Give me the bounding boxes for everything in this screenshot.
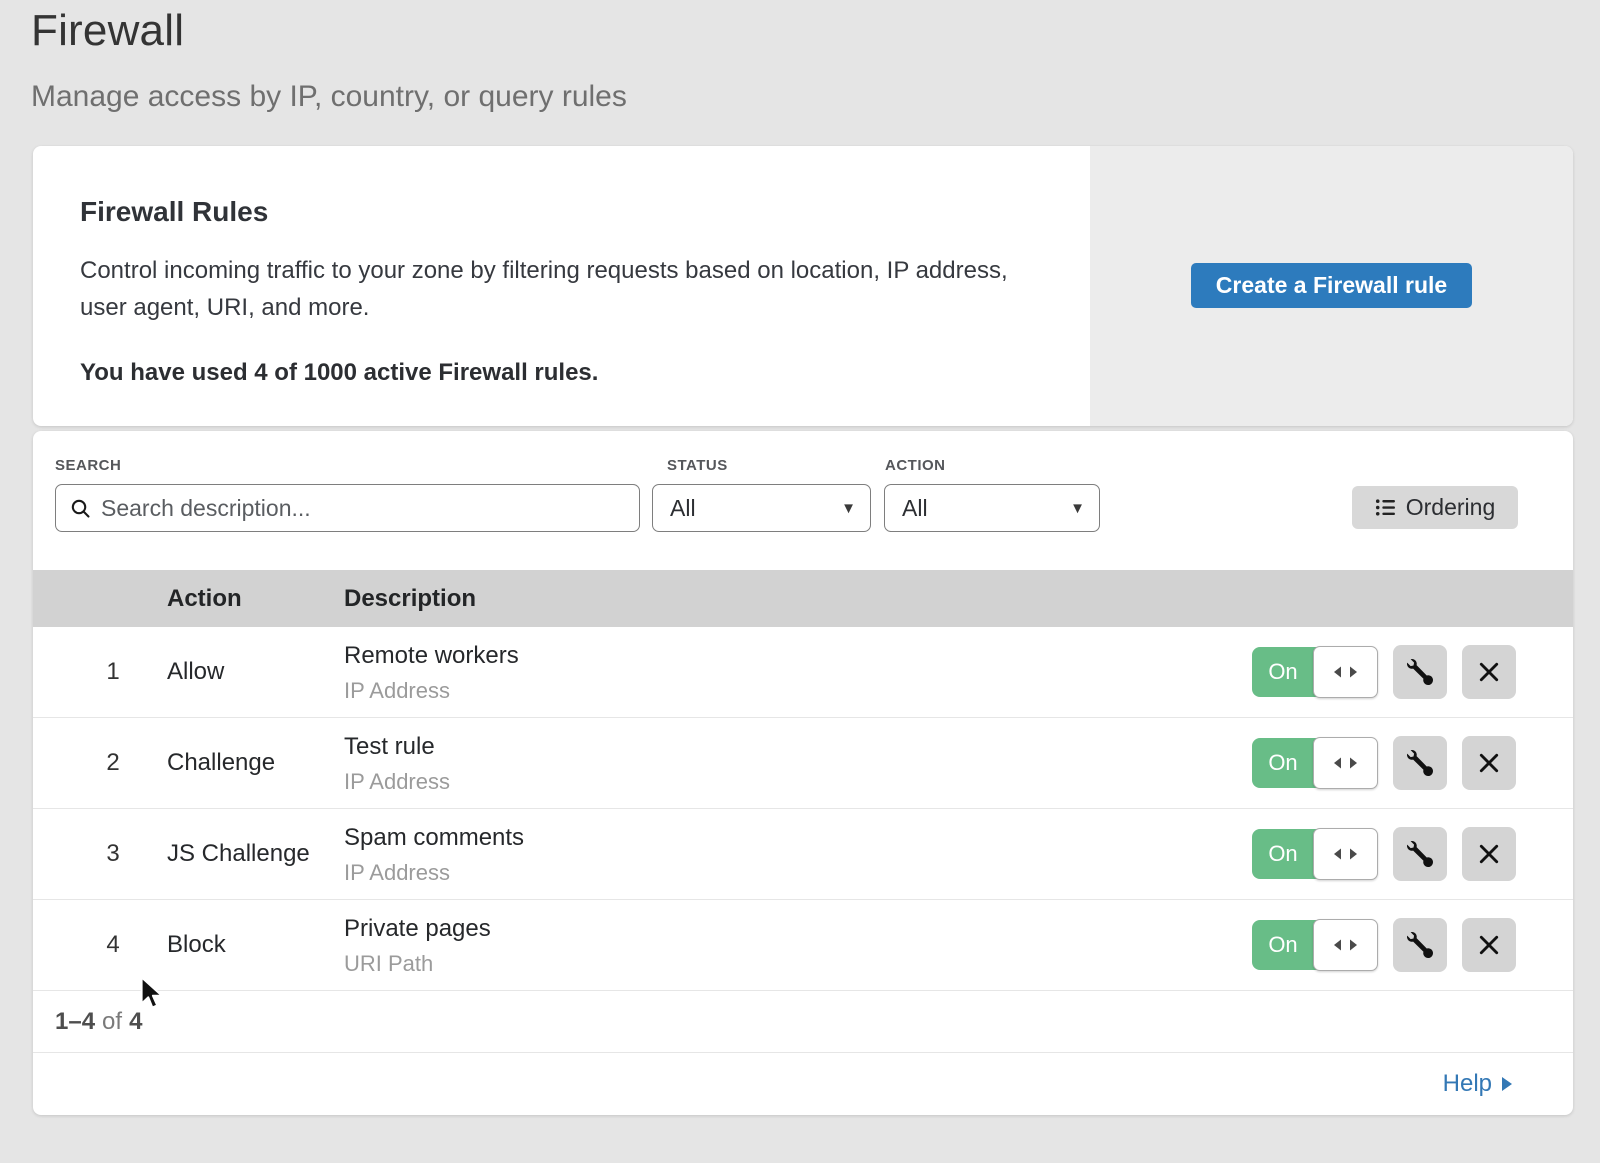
rule-match-type: IP Address: [344, 769, 450, 795]
pagination-range: 1–4: [55, 1008, 95, 1036]
rule-match-type: URI Path: [344, 951, 491, 977]
table-header: Action Description: [33, 570, 1573, 627]
rule-toggle[interactable]: On: [1252, 920, 1377, 970]
rule-toggle[interactable]: On: [1252, 829, 1377, 879]
pagination-of: of: [102, 1008, 122, 1036]
status-select-value: All: [670, 495, 696, 522]
table-row: 3 JS Challenge Spam comments IP Address …: [33, 809, 1573, 900]
card-footer: Help: [33, 1053, 1573, 1115]
firewall-page: Firewall Manage access by IP, country, o…: [0, 0, 1600, 1163]
toggle-handle[interactable]: [1313, 828, 1378, 880]
firewall-rules-card: Firewall Rules Control incoming traffic …: [33, 146, 1573, 426]
rule-toggle[interactable]: On: [1252, 647, 1377, 697]
close-icon: [1478, 661, 1500, 683]
left-right-arrows-icon: [1334, 757, 1357, 769]
toggle-state-label: On: [1252, 920, 1314, 970]
firewall-rules-card-content: Firewall Rules Control incoming traffic …: [33, 146, 1090, 426]
rule-match-type: IP Address: [344, 678, 519, 704]
rule-description: Test rule: [344, 733, 450, 761]
table-row: 4 Block Private pages URI Path On: [33, 900, 1573, 991]
rule-description: Remote workers: [344, 642, 519, 670]
rule-description-cell: Remote workers IP Address: [344, 642, 519, 704]
close-icon: [1478, 843, 1500, 865]
edit-rule-button[interactable]: [1393, 645, 1447, 699]
rule-toggle[interactable]: On: [1252, 738, 1377, 788]
toggle-handle[interactable]: [1313, 919, 1378, 971]
search-label: SEARCH: [55, 457, 121, 474]
edit-rule-button[interactable]: [1393, 918, 1447, 972]
wrench-icon: [1407, 841, 1433, 867]
action-select[interactable]: All ▼: [884, 484, 1100, 532]
rule-action: Block: [167, 900, 226, 990]
rule-description: Private pages: [344, 915, 491, 943]
delete-rule-button[interactable]: [1462, 918, 1516, 972]
rule-match-type: IP Address: [344, 860, 524, 886]
table-row: 1 Allow Remote workers IP Address On: [33, 627, 1573, 718]
create-rule-panel: Create a Firewall rule: [1090, 146, 1573, 426]
table-body: 1 Allow Remote workers IP Address On: [33, 627, 1573, 991]
left-right-arrows-icon: [1334, 848, 1357, 860]
left-right-arrows-icon: [1334, 666, 1357, 678]
search-input[interactable]: [101, 495, 627, 522]
edit-rule-button[interactable]: [1393, 827, 1447, 881]
rule-action: JS Challenge: [167, 809, 310, 899]
search-icon: [70, 498, 91, 519]
ordering-button[interactable]: Ordering: [1352, 486, 1518, 529]
rule-priority: 4: [93, 900, 133, 990]
chevron-down-icon: ▼: [1070, 500, 1085, 517]
column-header-description: Description: [344, 570, 476, 627]
action-label: ACTION: [885, 457, 946, 474]
pagination: 1–4 of 4: [33, 991, 1573, 1053]
left-right-arrows-icon: [1334, 939, 1357, 951]
close-icon: [1478, 934, 1500, 956]
column-header-action: Action: [167, 570, 242, 627]
action-select-value: All: [902, 495, 928, 522]
page-title: Firewall: [31, 6, 184, 56]
toggle-state-label: On: [1252, 647, 1314, 697]
pagination-total: 4: [129, 1008, 142, 1036]
card-heading: Firewall Rules: [80, 196, 1050, 228]
rule-description-cell: Test rule IP Address: [344, 733, 450, 795]
rule-priority: 3: [93, 809, 133, 899]
status-select[interactable]: All ▼: [652, 484, 871, 532]
wrench-icon: [1407, 750, 1433, 776]
table-row: 2 Challenge Test rule IP Address On: [33, 718, 1573, 809]
ordered-list-icon: [1375, 497, 1396, 518]
rules-card: SEARCH STATUS All ▼ ACTION All ▼ Orderin…: [33, 431, 1573, 1115]
delete-rule-button[interactable]: [1462, 827, 1516, 881]
edit-rule-button[interactable]: [1393, 736, 1447, 790]
wrench-icon: [1407, 659, 1433, 685]
chevron-down-icon: ▼: [841, 500, 856, 517]
rule-action: Allow: [167, 627, 224, 717]
wrench-icon: [1407, 932, 1433, 958]
delete-rule-button[interactable]: [1462, 736, 1516, 790]
rule-description-cell: Spam comments IP Address: [344, 824, 524, 886]
create-firewall-rule-button[interactable]: Create a Firewall rule: [1191, 263, 1472, 308]
ordering-button-label: Ordering: [1406, 494, 1495, 521]
page-subtitle: Manage access by IP, country, or query r…: [31, 80, 627, 114]
toggle-state-label: On: [1252, 738, 1314, 788]
toggle-state-label: On: [1252, 829, 1314, 879]
card-description: Control incoming traffic to your zone by…: [80, 252, 1030, 326]
help-link[interactable]: Help: [1443, 1070, 1513, 1098]
triangle-right-icon: [1501, 1076, 1513, 1092]
delete-rule-button[interactable]: [1462, 645, 1516, 699]
rule-description-cell: Private pages URI Path: [344, 915, 491, 977]
rule-priority: 1: [93, 627, 133, 717]
rule-priority: 2: [93, 718, 133, 808]
toggle-handle[interactable]: [1313, 737, 1378, 789]
search-input-wrapper: [55, 484, 640, 532]
close-icon: [1478, 752, 1500, 774]
rule-description: Spam comments: [344, 824, 524, 852]
help-link-label: Help: [1443, 1070, 1492, 1098]
toggle-handle[interactable]: [1313, 646, 1378, 698]
rule-action: Challenge: [167, 718, 275, 808]
usage-note: You have used 4 of 1000 active Firewall …: [80, 359, 1050, 387]
status-label: STATUS: [667, 457, 728, 474]
